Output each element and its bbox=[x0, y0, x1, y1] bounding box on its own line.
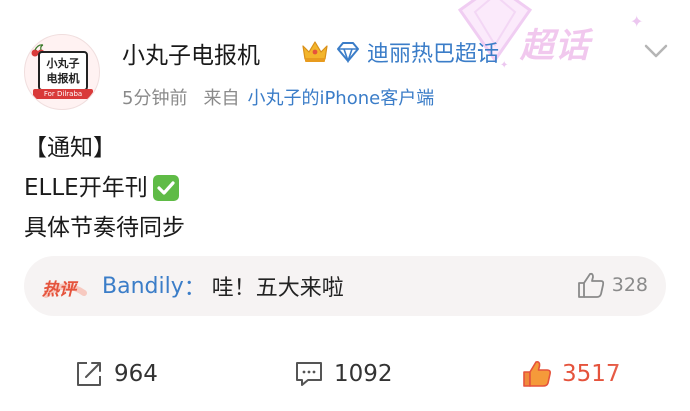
post-time: 5分钟前 bbox=[122, 88, 188, 109]
weibo-post-card: 超话 ✦ ✦ 小丸子 电报机 For Dilraba 小丸子电报机 迪丽热巴超话 bbox=[0, 0, 690, 411]
thumbs-up-icon bbox=[523, 361, 551, 387]
repost-count: 964 bbox=[114, 361, 158, 387]
content-text: ELLE开年刊 bbox=[24, 175, 148, 201]
sparkle-icon: ✦ bbox=[630, 12, 644, 31]
hot-comment-badge: 热评 bbox=[40, 271, 88, 301]
comment-separator: ： bbox=[183, 276, 206, 301]
username[interactable]: 小丸子电报机 bbox=[122, 36, 260, 70]
avatar-line1: 小丸子 bbox=[46, 57, 80, 70]
content-line: ELLE开年刊 bbox=[24, 168, 185, 208]
diamond-icon bbox=[337, 42, 359, 63]
supertopic-decoration-text: 超话 bbox=[520, 26, 590, 66]
hot-badge-label: 热评 bbox=[42, 280, 76, 300]
post-client-link[interactable]: 小丸子的iPhone客户端 bbox=[247, 84, 434, 110]
comment-like-button[interactable]: 328 bbox=[576, 270, 648, 300]
share-icon bbox=[77, 362, 101, 386]
avatar-line2: 电报机 bbox=[46, 72, 80, 85]
action-bar: 964 1092 3517 bbox=[0, 350, 690, 400]
sparkle-icon: ✦ bbox=[500, 60, 509, 71]
check-mark-icon bbox=[152, 175, 179, 201]
avatar-caption: For Dilraba bbox=[33, 89, 93, 99]
comment-count: 1092 bbox=[334, 361, 393, 387]
comment-like-count: 328 bbox=[611, 274, 648, 296]
thumbs-up-icon bbox=[577, 272, 604, 298]
post-meta: 5分钟前 来自 小丸子的iPhone客户端 bbox=[122, 84, 434, 110]
repost-button[interactable]: 964 bbox=[74, 350, 158, 398]
comment-username[interactable]: Bandily bbox=[102, 274, 184, 299]
crown-icon[interactable] bbox=[300, 38, 330, 64]
avatar[interactable]: 小丸子 电报机 For Dilraba bbox=[24, 34, 100, 110]
content-line: 【通知】 bbox=[24, 128, 185, 168]
comment-button[interactable]: 1092 bbox=[294, 350, 393, 398]
avatar-sign: 小丸子 电报机 bbox=[38, 51, 88, 91]
hot-comment[interactable]: 热评 Bandily ： 哇！五大来啦 328 bbox=[24, 256, 666, 316]
content-line: 具体节奏待同步 bbox=[24, 208, 185, 248]
content-text: 【通知】 bbox=[24, 135, 116, 161]
comment-icon bbox=[296, 362, 322, 386]
post-content: 【通知】 ELLE开年刊 具体节奏待同步 bbox=[24, 128, 185, 248]
supertopic-label: 迪丽热巴超话 bbox=[367, 42, 500, 67]
supertopic-link[interactable]: 迪丽热巴超话 bbox=[335, 36, 499, 68]
content-text: 具体节奏待同步 bbox=[24, 215, 185, 241]
post-source-label: 来自 bbox=[203, 88, 240, 109]
comment-text: 哇！五大来啦 bbox=[211, 276, 344, 301]
like-button[interactable]: 3517 bbox=[522, 350, 621, 398]
fade-overlay bbox=[610, 340, 690, 400]
chevron-down-icon[interactable] bbox=[640, 38, 672, 64]
